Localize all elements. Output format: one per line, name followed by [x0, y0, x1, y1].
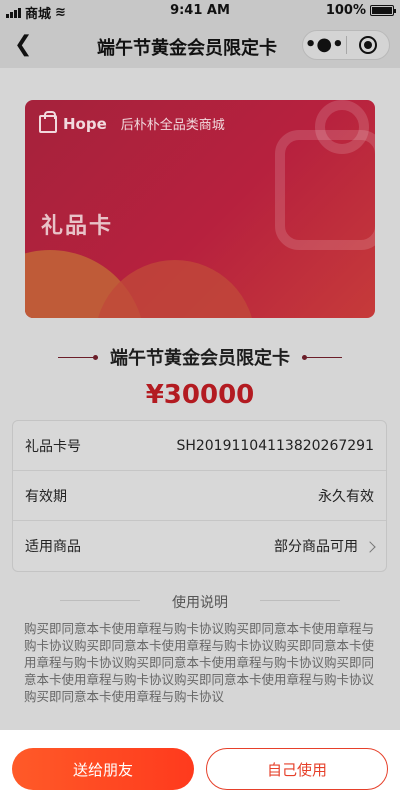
brand-name: Hope — [63, 114, 107, 133]
shopping-bag-icon — [39, 110, 57, 133]
gift-box-watermark-icon — [275, 100, 375, 250]
use-myself-button[interactable]: 自己使用 — [206, 748, 388, 790]
status-bar: 商城 ≋ 9:41 AM 100% — [0, 0, 400, 22]
battery-icon — [370, 5, 396, 16]
battery-percent: 100% — [325, 3, 366, 18]
nav-bar: ❮ 端午节黄金会员限定卡 •●• — [0, 22, 400, 68]
usage-title: 使用说明 — [172, 595, 228, 611]
status-right: 100% — [325, 3, 396, 18]
close-target-button[interactable] — [347, 36, 390, 54]
card-type: 礼品卡 — [41, 214, 114, 239]
bottom-action-bar: 送给朋友 自己使用 — [0, 730, 400, 794]
card-title: 端午节黄金会员限定卡 — [110, 348, 290, 369]
info-row-validity: 有效期 永久有效 — [13, 471, 386, 521]
chevron-left-icon[interactable]: ❮ — [14, 32, 32, 57]
card-price: ¥30000 — [145, 380, 255, 410]
card-logo: Hope 后朴朴全品类商城 — [39, 110, 225, 133]
usage-text: 购买即同意本卡使用章程与购卡协议购买即同意本卡使用章程与购卡协议购买即同意本卡使… — [24, 621, 375, 704]
mini-program-capsule: •●• — [302, 30, 390, 60]
card-title-row: 端午节黄金会员限定卡 — [0, 344, 400, 370]
target-icon — [358, 36, 377, 54]
chevron-right-icon — [364, 541, 376, 553]
card-decoration — [95, 260, 255, 318]
usage-divider-right — [260, 600, 340, 601]
send-to-friend-button[interactable]: 送给朋友 — [12, 748, 194, 790]
info-row-card-number: 礼品卡号 SH2019110411382026729​1 — [13, 421, 386, 471]
title-ornament-right — [302, 354, 342, 360]
info-value: 部分商品可用 — [274, 539, 358, 555]
info-label: 礼品卡号 — [25, 438, 81, 455]
card-info-table: 礼品卡号 SH2019110411382026729​1 有效期 永久有效 适用… — [12, 420, 387, 572]
info-value: SH2019110411382026729​1 — [176, 437, 374, 454]
info-value-wrap: 部分商品可用 — [274, 536, 376, 556]
gift-card: Hope 后朴朴全品类商城 礼品卡 — [25, 100, 375, 318]
info-row-applicable-goods[interactable]: 适用商品 部分商品可用 — [13, 521, 386, 571]
page-title: 端午节黄金会员限定卡 — [97, 38, 277, 59]
info-label: 有效期 — [25, 488, 67, 505]
info-label: 适用商品 — [25, 539, 81, 555]
info-value: 永久有效 — [318, 488, 374, 505]
store-name: 后朴朴全品类商城 — [120, 118, 225, 133]
more-dots-icon[interactable]: •●• — [303, 32, 346, 58]
title-ornament-left — [58, 354, 98, 360]
